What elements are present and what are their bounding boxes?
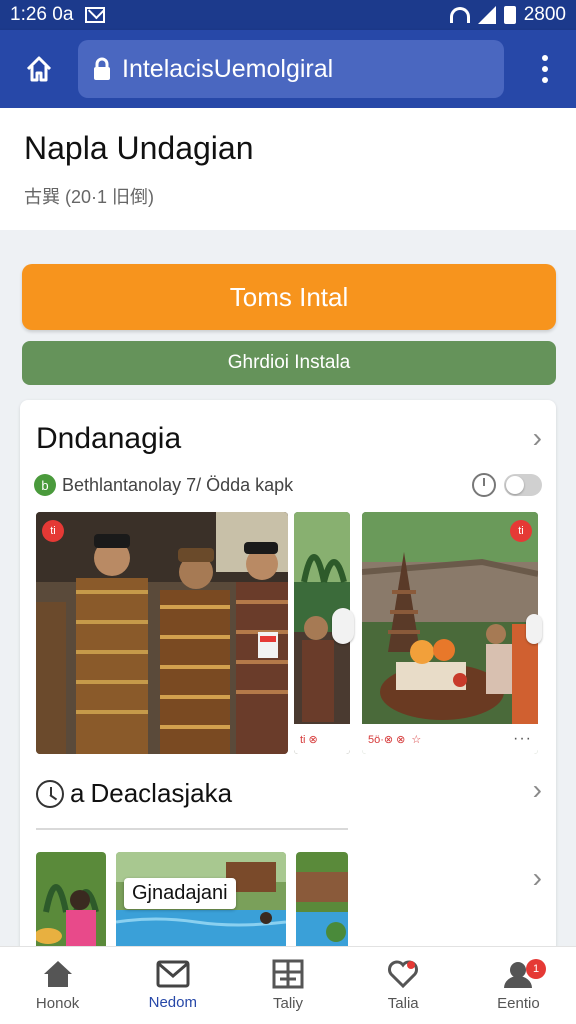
section-header[interactable]: a Deaclasjaka (36, 778, 232, 809)
media-thumbnail[interactable]: ti 5ö·⊗ ⊗ ☆ ··· (362, 512, 538, 754)
more-icon[interactable]: ··· (513, 730, 532, 748)
toggle-switch[interactable] (504, 474, 542, 496)
nav-item-home[interactable]: Honok (0, 947, 115, 1024)
status-time: 1:26 0a (10, 4, 74, 25)
home-button[interactable] (16, 46, 62, 92)
nav-label: Honok (35, 995, 80, 1012)
battery-level: 2800 (523, 4, 566, 25)
more-icon-dot (542, 66, 548, 72)
nav-item-profile[interactable]: 1 Eentio (461, 947, 576, 1024)
signal-icon (477, 6, 496, 24)
status-bar: 1:26 0a 2800 (0, 0, 576, 30)
secondary-action-button[interactable]: Ghrdioi Instala (22, 341, 556, 385)
nav-label: Talia (387, 995, 419, 1012)
thumbnail-footer: 5ö·⊗ ⊗ ☆ ··· (362, 724, 538, 754)
grid-icon (272, 959, 304, 989)
nav-item-grid[interactable]: Taliy (230, 947, 345, 1024)
thumbnail-overlay-label: Gjnadajani (124, 878, 236, 909)
more-options-button[interactable] (530, 46, 560, 92)
mail-icon (156, 960, 190, 988)
chevron-right-icon[interactable]: › (533, 862, 542, 894)
url-text: IntelacisUemolgiral (122, 54, 334, 83)
meta-icon: b (34, 474, 56, 496)
media-thumbnail[interactable] (296, 852, 348, 960)
photo-people-batik (36, 512, 288, 754)
more-icon-dot (542, 55, 548, 61)
nav-label: Eentio (497, 995, 540, 1012)
meta-row: b Bethlantanolay 7/ Ödda kapk (34, 470, 542, 500)
photo-resort (296, 852, 348, 960)
home-icon (26, 56, 52, 82)
nav-label: Taliy (273, 995, 304, 1012)
thumbnail-footer-text: ti ⊗ (300, 733, 318, 746)
meta-text: Bethlantanolay 7/ Ödda kapk (62, 474, 294, 495)
bottom-navigation: Honok Nedom Taliy Talia 1 Eentio (0, 946, 576, 1024)
nav-item-favorites[interactable]: Talia (346, 947, 461, 1024)
page-subtitle: 古巽 (20·1 旧倒) (24, 187, 155, 207)
thumbnail-footer-text: 5ö·⊗ ⊗ (368, 733, 406, 746)
nav-item-messages[interactable]: Nedom (115, 947, 230, 1024)
page-title: Napla Undagian (24, 130, 254, 166)
mail-notification-icon (85, 7, 106, 23)
chevron-right-icon[interactable]: › (533, 774, 542, 806)
photo-girl-garden (36, 852, 106, 960)
thumbnail-badge: ti (42, 520, 64, 542)
section-title: Deaclasjaka (90, 778, 233, 808)
wifi-icon (449, 7, 470, 23)
media-thumbnail[interactable] (36, 852, 106, 960)
clock-icon (36, 779, 64, 808)
content-card: Dndanagia › b Bethlantanolay 7/ Ödda kap… (20, 400, 556, 960)
title-block: Napla Undagian 古巽 (20·1 旧倒) (0, 108, 576, 230)
heart-icon (388, 960, 419, 989)
chevron-right-icon[interactable]: › (533, 422, 542, 454)
photo-pagoda-food (362, 512, 538, 754)
timer-icon[interactable] (472, 473, 496, 497)
url-bar[interactable]: IntelacisUemolgiral (78, 40, 504, 98)
card-title: Dndanagia (36, 422, 182, 455)
more-icon-dot (542, 77, 548, 83)
carousel-prev-handle[interactable] (332, 608, 354, 644)
notification-badge: 1 (526, 959, 547, 979)
primary-action-button[interactable]: Toms Intal (22, 264, 556, 330)
section-divider (36, 828, 348, 830)
thumbnail-footer: ti ⊗ (294, 724, 350, 754)
carousel-next-handle[interactable] (526, 614, 542, 644)
nav-label: Nedom (148, 994, 197, 1011)
section-prefix: a (70, 778, 85, 808)
battery-icon (503, 6, 516, 24)
media-thumbnail[interactable]: ti (36, 512, 288, 754)
star-icon[interactable]: ☆ (411, 733, 421, 746)
app-bar: IntelacisUemolgiral (0, 30, 576, 108)
thumbnail-badge: ti (510, 520, 532, 542)
lock-icon (92, 57, 112, 81)
home-icon (43, 961, 72, 987)
